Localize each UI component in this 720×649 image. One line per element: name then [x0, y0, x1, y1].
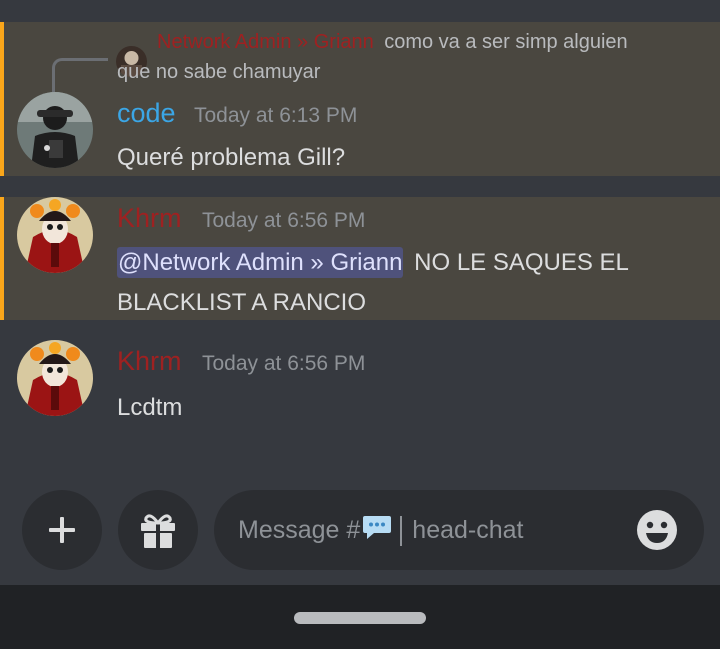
speech-bubble-icon: [362, 514, 392, 547]
message-placeholder: Message # head-chat: [238, 514, 524, 547]
message-text-line-2: BLACKLIST A RANCIO: [117, 289, 366, 316]
user-mention[interactable]: @Network Admin » Griann: [117, 247, 404, 278]
reply-preview-line-2: que no sabe chamuyar: [117, 61, 321, 83]
message-input[interactable]: Message # head-chat: [214, 490, 704, 570]
message-text: Lcdtm: [117, 394, 183, 421]
add-attachment-button[interactable]: [22, 490, 102, 570]
gift-button[interactable]: [118, 490, 198, 570]
timestamp: Today at 6:56 PM: [202, 209, 366, 232]
gift-icon: [141, 514, 175, 548]
reply-preview-line-1: como va a ser simp alguien: [384, 31, 628, 53]
avatar-khrm[interactable]: [17, 197, 93, 273]
author-name[interactable]: Khrm: [117, 346, 182, 377]
channel-separator: [400, 515, 403, 546]
placeholder-prefix: Message #: [238, 516, 361, 544]
message-text-after-mention: NO LE SAQUES EL: [414, 249, 629, 276]
author-name[interactable]: code: [117, 98, 176, 129]
message-code[interactable]: Network Admin » Griann como va a ser sim…: [0, 22, 720, 176]
message-khrm-mention[interactable]: Khrm Today at 6:56 PM @Network Admin » G…: [0, 197, 720, 320]
message-text: Queré problema Gill?: [117, 144, 346, 171]
channel-name: head-chat: [412, 516, 524, 544]
message-divider: [0, 176, 720, 197]
emoji-button[interactable]: [636, 509, 678, 551]
avatar-code[interactable]: [17, 92, 93, 168]
avatar-khrm[interactable]: [17, 340, 93, 416]
top-strip: [0, 0, 720, 22]
plus-icon: [49, 517, 75, 543]
reply-preview[interactable]: Network Admin » Griann como va a ser sim…: [157, 26, 712, 60]
timestamp: Today at 6:13 PM: [194, 104, 358, 127]
author-name[interactable]: Khrm: [117, 203, 182, 234]
reply-author[interactable]: Network Admin » Griann: [157, 31, 374, 53]
mention-accent-bar: [0, 197, 4, 320]
timestamp: Today at 6:56 PM: [202, 352, 366, 375]
mention-accent-bar: [0, 22, 4, 176]
home-gesture-handle[interactable]: [294, 612, 426, 624]
message-khrm[interactable]: Khrm Today at 6:56 PM Lcdtm: [0, 340, 720, 430]
message-text: @Network Admin » Griann NO LE SAQUES EL: [117, 243, 629, 283]
emoji-icon: [637, 510, 677, 550]
